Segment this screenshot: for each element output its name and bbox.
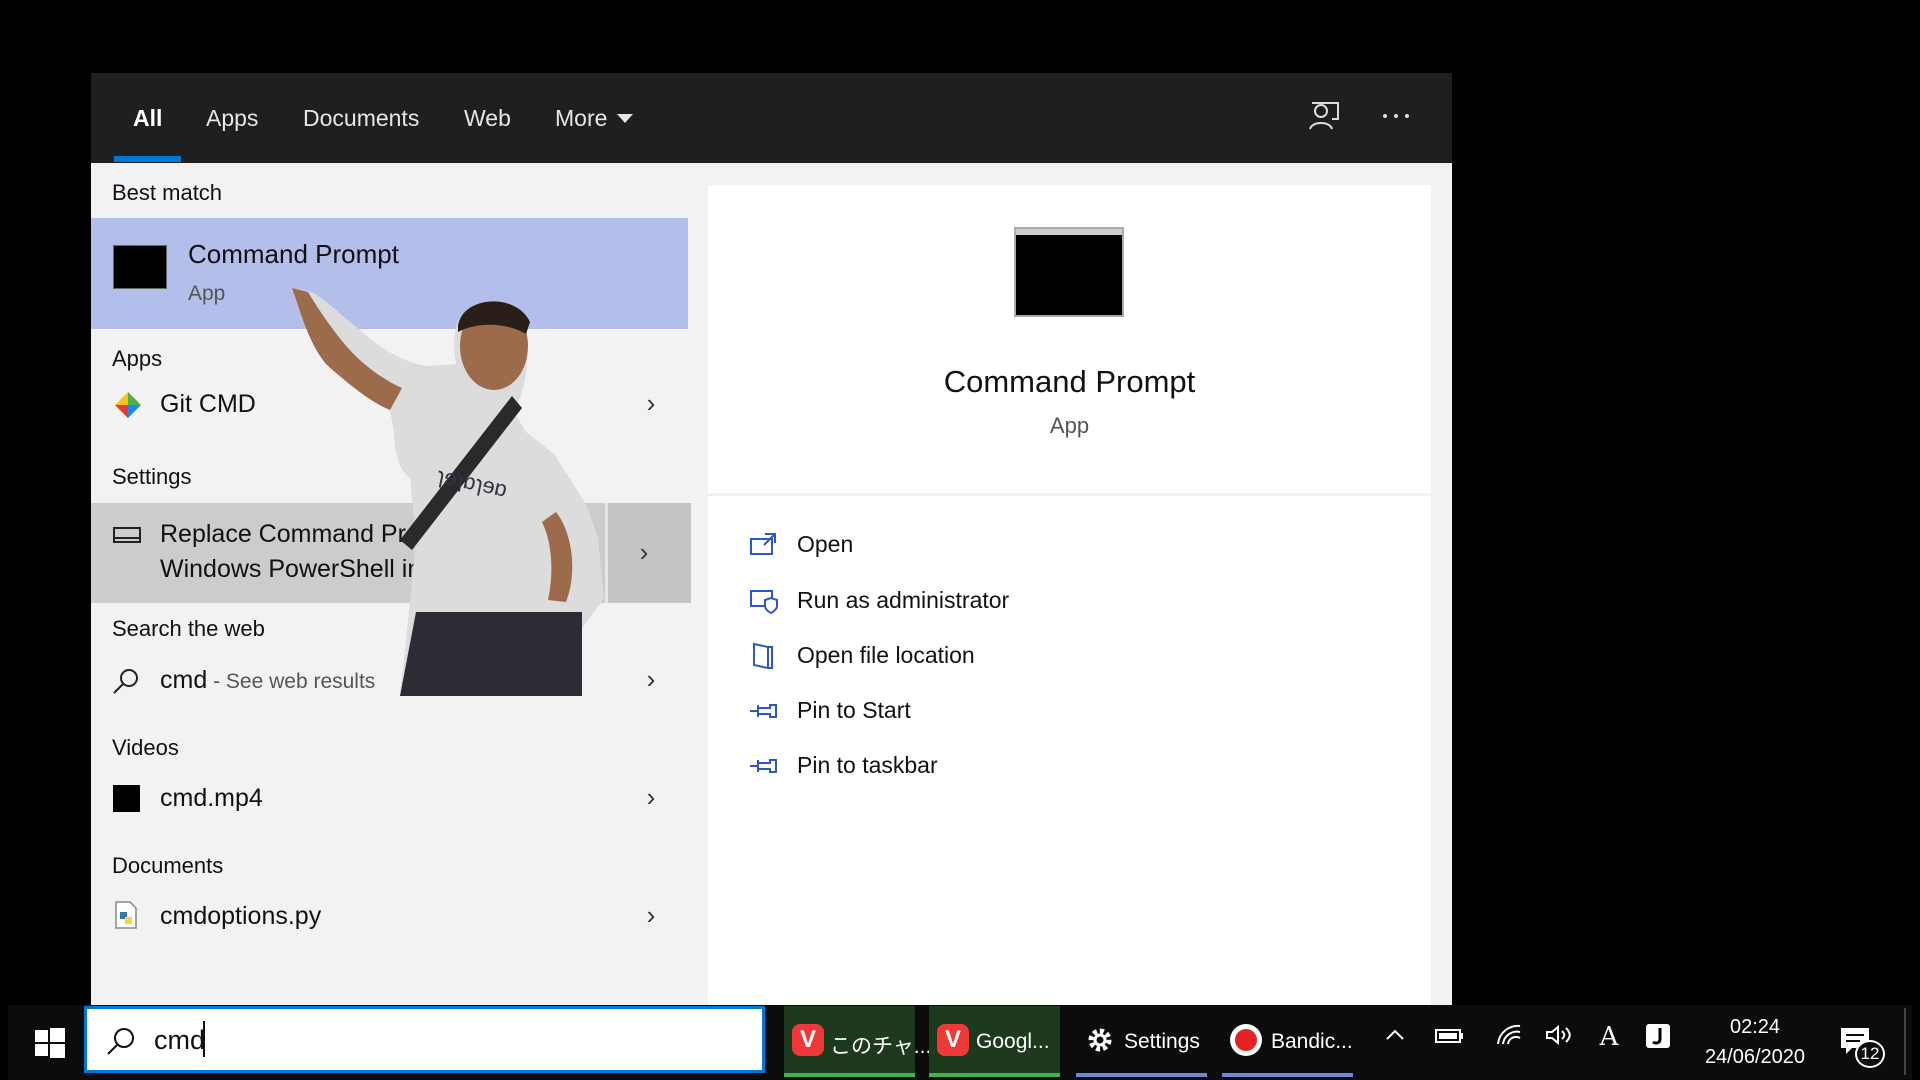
open-icon (750, 533, 776, 555)
cmd-icon (113, 245, 167, 289)
document-name-rest: options.py (207, 902, 322, 930)
battery-icon[interactable] (1432, 1022, 1466, 1055)
shield-icon (750, 590, 778, 615)
running-indicator (784, 1073, 915, 1077)
chevron-down-icon (617, 113, 634, 123)
action-open-label: Open (797, 531, 854, 557)
search-icon (113, 669, 138, 694)
section-heading-videos: Videos (112, 735, 179, 760)
preview-divider (708, 493, 1431, 496)
ime-indicator[interactable]: A (1594, 1022, 1624, 1052)
display-icon (113, 527, 141, 543)
more-options-icon[interactable] (1376, 99, 1416, 139)
gear-icon (1088, 1028, 1112, 1052)
taskbar-search-box[interactable]: cmd (84, 1006, 765, 1073)
search-icon (107, 1028, 134, 1055)
active-tab-indicator (114, 156, 181, 162)
section-heading-best-match: Best match (112, 180, 223, 205)
python-file-icon (115, 901, 137, 929)
video-name-rest: .mp4 (207, 784, 263, 812)
chevron-right-icon: › (639, 537, 649, 567)
chevron-right-icon[interactable]: › (639, 900, 663, 931)
preview-pane: Command Prompt App Open Run as administr… (708, 185, 1431, 1006)
result-document-file[interactable]: cmdoptions.py › (91, 886, 688, 946)
windows-logo-icon (35, 1028, 65, 1058)
result-git-cmd-label: Git CMD (160, 390, 256, 418)
tab-more-label: More (555, 105, 608, 131)
action-open-file-location-label: Open file location (797, 642, 975, 668)
clock[interactable]: 02:24 24/06/2020 (1690, 1012, 1820, 1072)
file-location-icon (753, 642, 773, 670)
section-heading-web: Search the web (112, 616, 265, 641)
presenter-overlay-image: ɿɘɿɒɿɘɒ (292, 288, 604, 696)
preview-subtitle: App (1049, 413, 1090, 438)
running-indicator (929, 1073, 1060, 1077)
chevron-right-icon[interactable]: › (639, 782, 663, 813)
section-heading-documents: Documents (112, 853, 224, 878)
tab-documents[interactable]: Documents (303, 73, 419, 163)
chevron-right-icon[interactable]: › (639, 664, 663, 695)
taskbar-app-label: Settings (1124, 1030, 1200, 1053)
vivaldi-icon: V (792, 1024, 824, 1056)
video-file-icon (113, 785, 140, 812)
result-video-file[interactable]: cmd.mp4 › (91, 768, 688, 828)
task-view-button[interactable] (712, 1025, 746, 1059)
action-pin-to-taskbar-label: Pin to taskbar (797, 752, 938, 778)
tab-all[interactable]: All (133, 73, 162, 163)
action-center-button[interactable]: 12 (1838, 1022, 1885, 1068)
running-indicator (1222, 1073, 1353, 1077)
clock-time: 02:24 (1729, 1016, 1781, 1038)
taskbar-app-vivaldi-1[interactable]: V このチャ... (784, 1006, 931, 1077)
taskbar-app-label: Bandic... (1271, 1030, 1353, 1053)
feedback-icon[interactable] (1303, 99, 1343, 139)
running-indicator (1076, 1073, 1207, 1077)
search-input-value[interactable]: cmd (154, 1025, 205, 1056)
section-heading-apps: Apps (112, 346, 163, 371)
cmd-large-icon (1014, 227, 1124, 317)
expand-button[interactable]: › (605, 503, 691, 603)
show-desktop-button[interactable] (1904, 1008, 1906, 1075)
taskbar-app-settings[interactable]: Settings (1076, 1006, 1207, 1077)
taskbar-app-label: Googl... (976, 1030, 1050, 1053)
taskbar-app-label: このチャ... (830, 1035, 932, 1058)
document-name-match: cmd (160, 902, 208, 930)
vivaldi-icon: V (937, 1024, 969, 1056)
taskbar-app-vivaldi-2[interactable]: V Googl... (929, 1006, 1060, 1077)
text-caret (203, 1021, 205, 1057)
video-name-match: cmd (160, 784, 208, 812)
action-run-as-admin-label: Run as administrator (797, 587, 1010, 613)
section-heading-settings: Settings (112, 464, 192, 489)
pin-icon (750, 704, 777, 718)
volume-icon[interactable] (1543, 1022, 1575, 1055)
taskbar-app-bandicam[interactable]: Bandic... (1222, 1006, 1353, 1077)
task-view-icon (714, 1028, 740, 1056)
filter-tab-bar: All Apps Documents Web More (91, 73, 1452, 163)
input-method-icon[interactable] (1643, 1022, 1673, 1057)
web-query: cmd (160, 666, 208, 694)
best-match-subtitle: App (188, 282, 226, 305)
notification-count-badge: 12 (1855, 1040, 1885, 1068)
chevron-right-icon[interactable]: › (639, 388, 663, 419)
clock-date: 24/06/2020 (1704, 1046, 1806, 1068)
preview-title: Command Prompt (943, 364, 1196, 399)
record-icon (1230, 1024, 1262, 1056)
show-hidden-icons-button[interactable] (1380, 1022, 1410, 1055)
git-icon (115, 392, 141, 418)
pin-icon (750, 759, 777, 773)
best-match-title: Command Prompt (188, 239, 399, 269)
start-button[interactable] (32, 1025, 68, 1061)
tab-more[interactable]: More (555, 73, 634, 163)
tab-web[interactable]: Web (464, 73, 511, 163)
action-pin-to-start-label: Pin to Start (797, 697, 911, 723)
tab-apps[interactable]: Apps (206, 73, 258, 163)
chevron-up-icon (1386, 1029, 1404, 1040)
wifi-icon[interactable] (1494, 1022, 1526, 1055)
